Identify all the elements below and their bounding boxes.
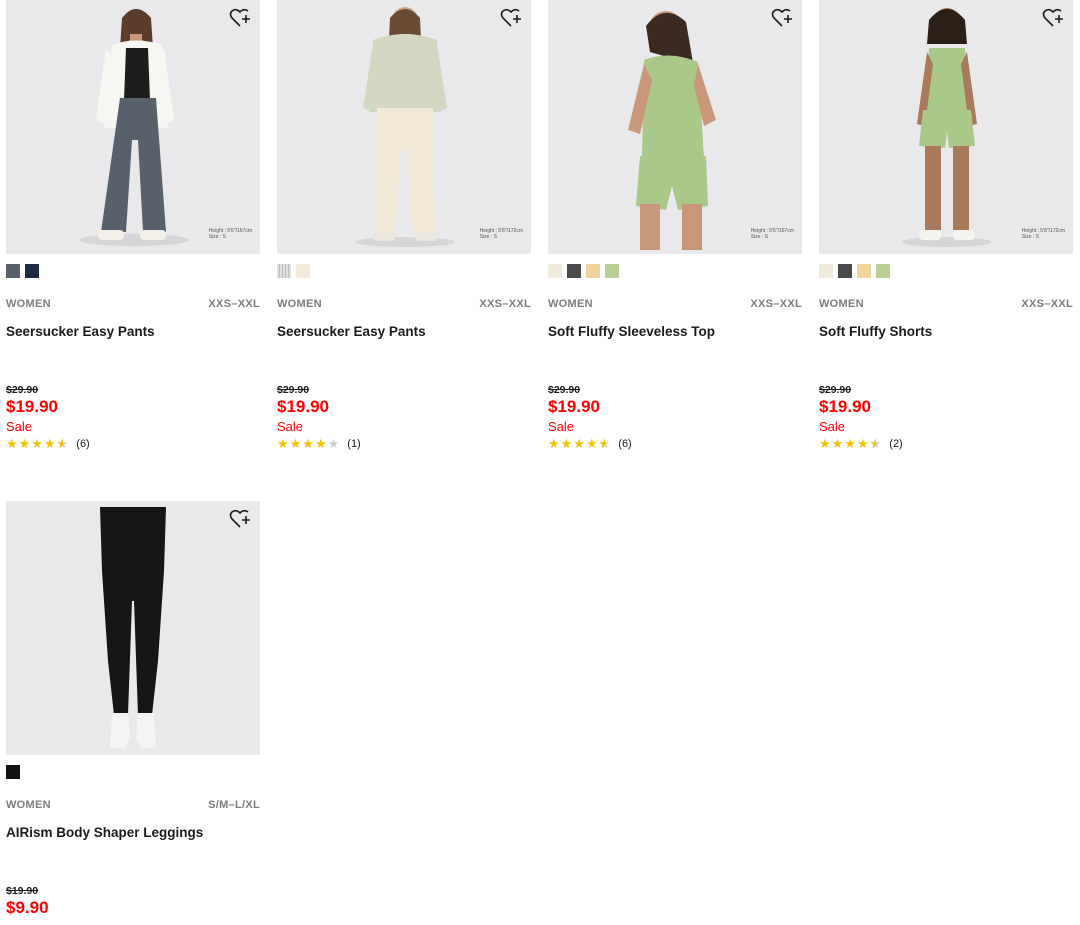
category-label: WOMEN [277,298,322,310]
heart-plus-icon[interactable] [771,8,793,28]
star-rating-icon: ★★★★★ [277,436,341,451]
original-price: $29.90 [6,384,39,396]
meta-row: WOMEN XXS–XXL [819,298,1073,310]
sale-price: $19.90 [819,397,871,416]
size-range: XXS–XXL [750,298,802,310]
star-rating-icon: ★★★★★★ [6,436,70,451]
star-rating-icon: ★★★★★★ [548,436,612,451]
review-count: (6) [618,438,632,450]
category-label: WOMEN [548,298,593,310]
color-swatches [6,264,260,278]
color-swatch[interactable] [548,264,562,278]
product-name[interactable]: Seersucker Easy Pants [277,324,531,370]
sale-price: $9.90 [6,898,49,917]
rating[interactable]: ★★★★★★ (6) [6,436,260,452]
size-range: S/M–L/XL [208,799,260,811]
color-swatch[interactable] [6,765,20,779]
color-swatch[interactable] [296,264,310,278]
size-range: XXS–XXL [479,298,531,310]
rating[interactable]: ★★★★★★ (2) [819,436,1073,452]
model-caption: Height : 5'6"/167cm Size : S [208,228,252,240]
meta-row: WOMEN XXS–XXL [548,298,802,310]
original-price: $19.90 [6,885,39,897]
product-name[interactable]: Seersucker Easy Pants [6,324,260,370]
color-swatch[interactable] [876,264,890,278]
original-price: $29.90 [548,384,581,396]
meta-row: WOMEN XXS–XXL [277,298,531,310]
heart-plus-icon[interactable] [229,8,251,28]
review-count: (6) [76,438,90,450]
product-image[interactable]: Height : 5'8"/172cm Size : S [277,0,531,254]
model-caption: Height : 5'6"/167cm Size : S [750,228,794,240]
product-name[interactable]: Soft Fluffy Sleeveless Top [548,324,802,370]
rating[interactable]: ★★★★★★ (6) [548,436,802,452]
product-image[interactable] [6,501,260,755]
color-swatches [277,264,531,278]
heart-plus-icon[interactable] [500,8,522,28]
color-swatches [6,765,260,779]
color-swatches [819,264,1073,278]
color-swatch[interactable] [605,264,619,278]
color-swatch[interactable] [586,264,600,278]
product-card[interactable]: Height : 5'8"/172cm Size : S WOMEN XXS–XX… [819,0,1073,452]
model-caption: Height : 5'8"/172cm Size : S [1021,228,1065,240]
color-swatch[interactable] [277,264,291,278]
review-count: (2) [889,438,903,450]
product-card[interactable]: Height : 5'6"/167cm Size : S WOMEN XXS–XX… [6,0,260,452]
sale-flag: Sale [819,419,846,434]
size-range: XXS–XXL [1021,298,1073,310]
product-image[interactable]: Height : 5'6"/167cm Size : S [6,0,260,254]
product-photo [6,0,260,254]
color-swatch[interactable] [838,264,852,278]
category-label: WOMEN [819,298,864,310]
product-name[interactable]: Soft Fluffy Shorts [819,324,1073,370]
product-photo [548,0,802,254]
product-image[interactable]: Height : 5'6"/167cm Size : S [548,0,802,254]
product-card[interactable]: Height : 5'8"/172cm Size : S WOMEN XXS–XX… [277,0,531,452]
original-price: $29.90 [819,384,852,396]
sale-flag: Sale [6,419,33,434]
sale-flag: Sale [277,419,304,434]
color-swatches [548,264,802,278]
sale-price: $19.90 [548,397,600,416]
category-label: WOMEN [6,799,51,811]
color-swatch[interactable] [567,264,581,278]
product-image[interactable]: Height : 5'8"/172cm Size : S [819,0,1073,254]
review-count: (1) [347,438,361,450]
product-photo [6,501,260,755]
model-caption: Height : 5'8"/172cm Size : S [479,228,523,240]
meta-row: WOMEN S/M–L/XL [6,799,260,811]
meta-row: WOMEN XXS–XXL [6,298,260,310]
category-label: WOMEN [6,298,51,310]
sale-flag: Sale [548,419,575,434]
sale-price: $19.90 [277,397,329,416]
star-rating-icon: ★★★★★★ [819,436,883,451]
color-swatch[interactable] [6,264,20,278]
product-card[interactable]: Height : 5'6"/167cm Size : S WOMEN XXS–XX… [548,0,802,452]
heart-plus-icon[interactable] [1042,8,1064,28]
sale-price: $19.90 [6,397,58,416]
size-range: XXS–XXL [208,298,260,310]
product-photo [819,0,1073,254]
product-name[interactable]: AIRism Body Shaper Leggings [6,825,260,871]
rating[interactable]: ★★★★★ (1) [277,436,531,452]
product-photo [277,0,531,254]
color-swatch[interactable] [857,264,871,278]
original-price: $29.90 [277,384,310,396]
heart-plus-icon[interactable] [229,509,251,529]
product-card[interactable]: WOMEN S/M–L/XL AIRism Body Shaper Leggin… [6,501,260,918]
color-swatch[interactable] [25,264,39,278]
color-swatch[interactable] [819,264,833,278]
